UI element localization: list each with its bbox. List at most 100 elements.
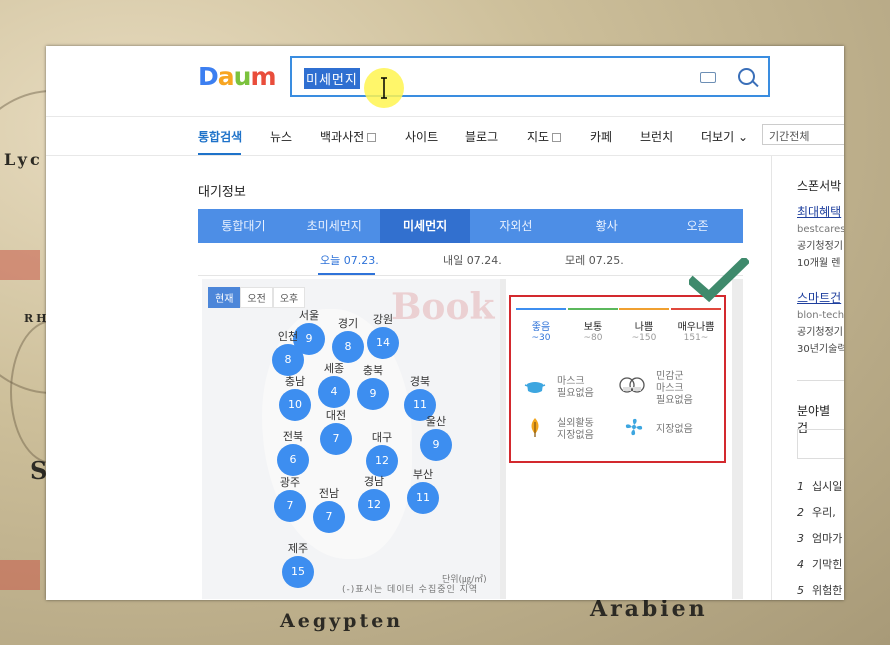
ad-desc: 공기청정기 [797, 327, 843, 338]
city-label: 광주 [279, 476, 301, 489]
city-label: 울산 [425, 415, 447, 428]
text-cursor-icon [381, 77, 387, 99]
daum-logo[interactable]: Daum [198, 62, 277, 91]
period-select[interactable]: 기간전체 [762, 124, 844, 145]
rank-item[interactable]: 5 위험한 [797, 582, 842, 598]
city-value-marker[interactable]: 7 [274, 490, 306, 522]
ad-desc: 공기청정기 [797, 241, 843, 252]
rank-item[interactable]: 2 우리, [797, 504, 836, 520]
sidebar-divider [771, 156, 772, 600]
city-value-marker[interactable]: 7 [313, 501, 345, 533]
ad-url: blon-tech [797, 310, 844, 321]
tab-site[interactable]: 사이트 [405, 128, 438, 145]
time-buttons: 현재 오전 오후 [208, 287, 306, 308]
city-value-marker[interactable]: 8 [272, 344, 304, 376]
tab-encyclopedia[interactable]: 백과사전 [320, 128, 377, 145]
divider [797, 380, 844, 381]
map-label: Lyc [4, 150, 43, 169]
search-query[interactable]: 미세먼지 [304, 68, 360, 89]
ad-desc: 10개월 렌 [797, 258, 841, 269]
watermark: Book [391, 286, 495, 328]
city-value-marker[interactable]: 6 [277, 444, 309, 476]
category-tab-box[interactable] [797, 429, 844, 459]
search-input[interactable]: 미세먼지 [290, 56, 770, 108]
tab-ozone[interactable]: 오존 [652, 209, 743, 243]
ventilation-fan-icon [625, 418, 643, 436]
tab-uv[interactable]: 자외선 [470, 209, 561, 243]
ventilation-info: 지장없음 [656, 424, 693, 435]
city-value-marker[interactable]: 11 [407, 482, 439, 514]
tab-brunch[interactable]: 브런치 [640, 128, 673, 145]
city-value-marker[interactable]: 9 [357, 378, 389, 410]
outdoor-activity-info: 실외활동 지장없음 [557, 418, 594, 441]
checkmark-icon [689, 258, 749, 303]
time-now-button[interactable]: 현재 [208, 287, 241, 308]
ad-title[interactable]: 최대혜택 [797, 204, 844, 221]
tab-blog[interactable]: 블로그 [465, 128, 498, 145]
city-label: 대구 [371, 431, 393, 444]
tab-integrated-air[interactable]: 통합대기 [198, 209, 289, 243]
city-label: 인천 [277, 330, 299, 343]
city-value-marker[interactable]: 12 [358, 489, 390, 521]
tab-cafe[interactable]: 카페 [590, 128, 612, 145]
keyboard-icon[interactable] [700, 72, 716, 83]
city-value-marker[interactable]: 10 [279, 389, 311, 421]
city-value-marker[interactable]: 9 [420, 429, 452, 461]
city-label: 경북 [409, 375, 431, 388]
city-value-marker[interactable]: 8 [332, 331, 364, 363]
level-legend-item: 보통 ~80 [568, 308, 618, 343]
header: Daum 미세먼지 [46, 46, 844, 117]
outdoor-activity-icon [531, 418, 539, 437]
level-legend-item: 매우나쁨 151~ [671, 308, 721, 343]
ad-desc: 30년기술력 [797, 344, 844, 355]
city-label: 제주 [287, 542, 309, 555]
data-note: (-)표시는 데이터 수집중인 지역 [342, 585, 479, 595]
time-pm-button[interactable]: 오후 [272, 287, 306, 308]
mask-info: 마스크 필요없음 [557, 376, 594, 399]
city-label: 충남 [284, 375, 306, 388]
rank-item[interactable]: 4 기막힌 [797, 556, 842, 572]
rank-item[interactable]: 1 십시일 [797, 478, 842, 494]
square-icon [367, 133, 377, 142]
tab-more[interactable]: 더보기 ⌄ [701, 128, 748, 145]
date-today[interactable]: 오늘 07.23. [320, 252, 379, 268]
tab-map[interactable]: 지도 [527, 128, 562, 145]
ad-url: bestcares [797, 224, 844, 235]
map-label: Aegypten [280, 610, 404, 632]
tab-news[interactable]: 뉴스 [270, 128, 292, 145]
search-icon[interactable] [738, 68, 755, 85]
level-legend-item: 좋음 ~30 [516, 308, 566, 343]
city-value-marker[interactable]: 4 [318, 376, 350, 408]
city-label: 전북 [282, 430, 304, 443]
square-icon [552, 133, 562, 142]
ad-item[interactable]: 스마트건 blon-tech 공기청정기 30년기술력 [797, 290, 844, 358]
active-tab-indicator [198, 153, 241, 155]
section-title: 대기정보 [198, 185, 246, 200]
city-label: 경남 [363, 475, 385, 488]
tab-all[interactable]: 통합검색 [198, 128, 242, 145]
city-label: 경기 [337, 317, 359, 330]
tab-yellow-dust[interactable]: 황사 [561, 209, 652, 243]
mask-icon [524, 382, 546, 393]
city-value-marker[interactable]: 15 [282, 556, 314, 588]
date-tomorrow[interactable]: 내일 07.24. [443, 252, 502, 268]
date-tabs: 오늘 07.23. 내일 07.24. 모레 07.25. [198, 243, 743, 276]
city-label: 전남 [318, 487, 340, 500]
ad-title[interactable]: 스마트건 [797, 290, 844, 307]
city-value-marker[interactable]: 14 [367, 327, 399, 359]
air-tabs: 통합대기 초미세먼지 미세먼지 자외선 황사 오존 [198, 209, 743, 243]
search-tabs: 통합검색 뉴스 백과사전 사이트 블로그 지도 카페 브런치 더보기 ⌄ 기간전… [46, 117, 844, 156]
tab-ultrafine-dust[interactable]: 초미세먼지 [289, 209, 380, 243]
browser-window: Daum 미세먼지 통합검색 뉴스 백과사전 사이트 블로그 지도 카페 브런치… [46, 46, 844, 600]
rank-item[interactable]: 3 엄마가 [797, 530, 842, 546]
tab-fine-dust[interactable]: 미세먼지 [379, 209, 471, 243]
date-day-after[interactable]: 모레 07.25. [565, 252, 624, 268]
sponsor-title: 스폰서박 [797, 179, 842, 193]
time-am-button[interactable]: 오전 [240, 287, 273, 308]
ad-item[interactable]: 최대혜택 bestcares 공기청정기 10개월 렌 [797, 204, 844, 272]
sensitive-group-info: 민감군 마스크 필요없음 [656, 371, 693, 406]
panel-edge [732, 279, 743, 599]
city-value-marker[interactable]: 7 [320, 423, 352, 455]
city-label: 충북 [362, 364, 384, 377]
city-label: 대전 [325, 409, 347, 422]
